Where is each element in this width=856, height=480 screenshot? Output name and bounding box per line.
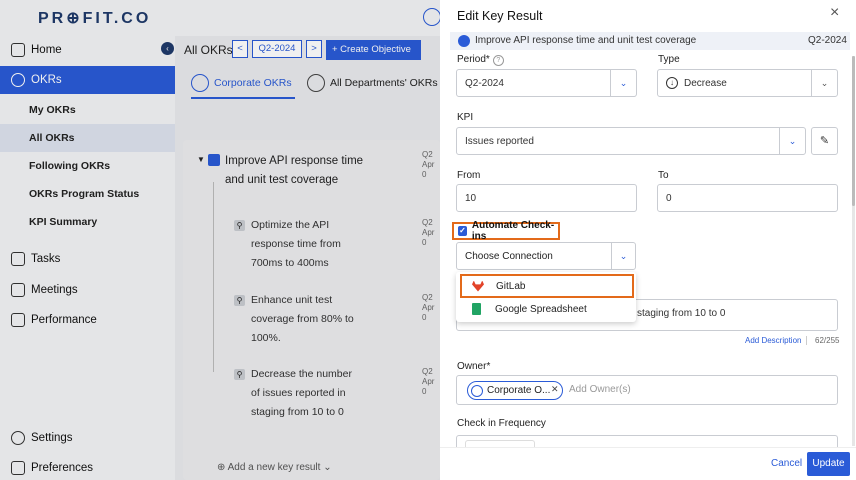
- type-select[interactable]: ↓ Decrease ⌄: [657, 69, 838, 97]
- option-gitlab[interactable]: GitLab: [460, 274, 634, 298]
- period-label: Period*?: [457, 54, 504, 66]
- owner-field[interactable]: Corporate O... ✕ Add Owner(s): [456, 375, 838, 405]
- chevron-down-icon: ⌄: [811, 70, 837, 96]
- add-description-link[interactable]: Add Description: [745, 336, 801, 345]
- edit-kpi-pencil-icon[interactable]: ✎: [811, 127, 838, 155]
- chevron-down-icon: ⌄: [779, 128, 805, 154]
- from-input[interactable]: 10: [456, 184, 637, 212]
- context-objective: Improve API response time and unit test …: [475, 35, 697, 46]
- to-input[interactable]: 0: [657, 184, 838, 212]
- objective-context-bar: Improve API response time and unit test …: [450, 32, 850, 50]
- building-icon: [471, 384, 483, 397]
- period-select[interactable]: Q2-2024 ⌄: [456, 69, 637, 97]
- frequency-label: Check in Frequency: [457, 418, 546, 429]
- description-text: staging from 10 to 0: [637, 308, 726, 319]
- kpi-select[interactable]: Issues reported ⌄: [456, 127, 806, 155]
- automate-checkins-checkbox[interactable]: ✓ Automate Check-ins: [452, 220, 560, 242]
- google-sheets-icon: [472, 303, 481, 315]
- remove-owner-icon[interactable]: ✕: [551, 384, 559, 395]
- scrollbar-thumb[interactable]: [852, 56, 855, 206]
- checkbox-checked-icon: ✓: [458, 226, 467, 236]
- gitlab-icon: [472, 280, 484, 292]
- context-quarter: Q2-2024: [808, 35, 847, 46]
- description-char-count: 62/255: [806, 336, 839, 345]
- chevron-down-icon: ⌄: [611, 243, 635, 269]
- kpi-label: KPI: [457, 112, 474, 123]
- panel-title: Edit Key Result: [457, 9, 543, 23]
- modal-backdrop[interactable]: [0, 0, 440, 480]
- to-label: To: [658, 170, 669, 181]
- arrow-down-circle-icon: ↓: [666, 77, 678, 89]
- help-icon[interactable]: ?: [492, 55, 504, 66]
- option-google-spreadsheet[interactable]: Google Spreadsheet: [460, 299, 634, 319]
- connection-dropdown: GitLab Google Spreadsheet: [456, 272, 636, 322]
- scrollbar[interactable]: [852, 56, 855, 446]
- objective-icon: [458, 35, 470, 47]
- frequency-field[interactable]: [456, 435, 838, 448]
- owner-label: Owner*: [457, 361, 491, 372]
- close-icon[interactable]: ×: [830, 4, 839, 22]
- cancel-button[interactable]: Cancel: [771, 458, 802, 469]
- type-label: Type: [658, 54, 680, 65]
- owner-chip[interactable]: Corporate O...: [467, 381, 563, 400]
- from-label: From: [457, 170, 481, 181]
- choose-connection-select[interactable]: Choose Connection ⌄: [456, 242, 636, 270]
- chevron-down-icon: ⌄: [610, 70, 636, 96]
- panel-footer: Cancel Update: [440, 447, 856, 480]
- add-owner-placeholder[interactable]: Add Owner(s): [569, 384, 631, 395]
- edit-key-result-panel: Edit Key Result × Improve API response t…: [440, 0, 856, 480]
- update-button[interactable]: Update: [807, 452, 850, 476]
